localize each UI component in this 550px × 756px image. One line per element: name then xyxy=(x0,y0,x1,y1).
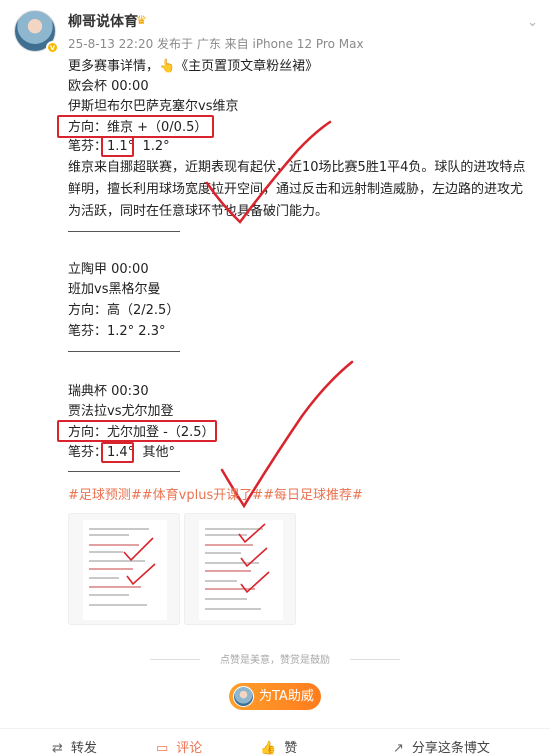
checkmark-icon xyxy=(238,523,270,594)
weibo-post: v 柳哥说体育 ♛ 25-8-13 22:20 发布于 广东 来自 iPhone… xyxy=(0,0,550,756)
repost-button[interactable]: ⇄ 转发 xyxy=(52,737,97,756)
checkmark-icon xyxy=(205,120,332,224)
reward-divider: 点赞是美意，赞赏是鼓励 xyxy=(150,651,400,667)
checkmark-annotations xyxy=(205,120,354,509)
repost-icon: ⇄ xyxy=(52,741,63,756)
comment-button[interactable]: ▭ 评论 xyxy=(156,737,202,756)
share-label: 分享这条博文 xyxy=(411,741,490,756)
post-image-1[interactable] xyxy=(68,513,180,625)
post-image-2[interactable] xyxy=(184,513,296,625)
share-icon: ↗ xyxy=(393,741,404,756)
avatar xyxy=(233,686,254,707)
like-button[interactable]: 👍 赞 xyxy=(260,737,297,756)
comment-label: 评论 xyxy=(176,741,203,756)
thumbs-up-icon: 👍 xyxy=(260,741,277,756)
support-button-label: 为TA助威 xyxy=(259,689,314,704)
hashtags[interactable]: #足球预测##体育vplus开课了##每日足球推荐# xyxy=(68,484,363,503)
share-button[interactable]: ↗ 分享这条博文 xyxy=(393,737,490,756)
like-label: 赞 xyxy=(284,741,298,756)
repost-label: 转发 xyxy=(70,741,97,756)
action-bar: ⇄ 转发 ▭ 评论 👍 赞 ↗ 分享这条博文 xyxy=(0,728,550,756)
comment-icon: ▭ xyxy=(156,741,169,756)
checkmark-icon xyxy=(123,537,156,586)
support-button[interactable]: 为TA助威 xyxy=(229,683,321,710)
